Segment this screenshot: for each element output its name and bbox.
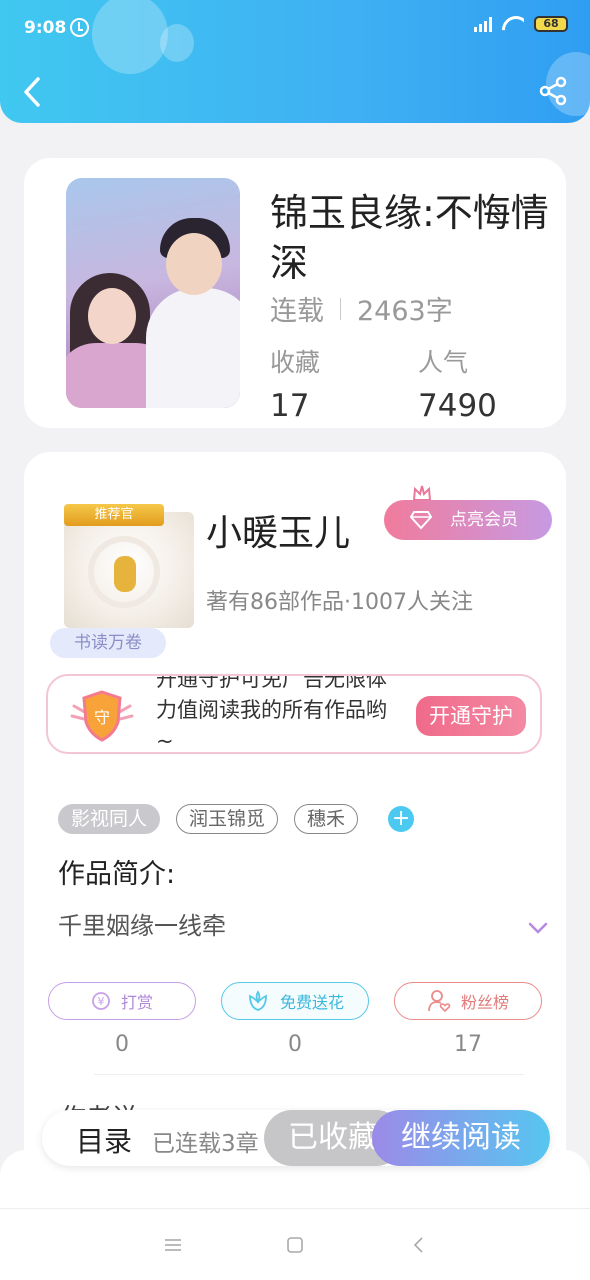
- popularity-label: 人气: [418, 348, 469, 377]
- author-name[interactable]: 小暖玉儿: [206, 504, 350, 556]
- intro-title: 作品简介:: [58, 859, 176, 890]
- fan-ranking-button[interactable]: 粉丝榜: [394, 982, 542, 1020]
- collect-label: 收藏: [270, 348, 321, 377]
- guard-shield-icon: 守: [70, 690, 134, 742]
- reward-label: 打赏: [120, 993, 153, 1012]
- tag-list: 影视同人 润玉锦觅 穗禾 +: [58, 804, 415, 834]
- add-tag-icon[interactable]: +: [388, 806, 415, 832]
- status-time: 9:08: [24, 18, 67, 38]
- send-flower-label: 免费送花: [279, 993, 344, 1012]
- book-info-card: 锦玉良缘:不悔情深 连载 2463字 收藏 17 人气 7490: [24, 158, 566, 428]
- battery-icon: 68: [534, 16, 568, 32]
- guard-text: 开通守护可免广告无限体力值阅读我的所有作品哟~: [156, 674, 387, 753]
- flower-icon: [249, 990, 267, 1011]
- book-cover[interactable]: [66, 178, 240, 408]
- menu-icon[interactable]: [164, 1237, 182, 1253]
- chapters-status: 已连载3章: [152, 1131, 259, 1157]
- popularity-count: 7490: [418, 388, 497, 424]
- back-icon[interactable]: [20, 75, 44, 109]
- fan-ranking-label: 粉丝榜: [460, 993, 509, 1012]
- status-icons: 68: [474, 16, 568, 32]
- author-avatar[interactable]: 推荐官: [64, 498, 194, 628]
- collect-count: 17: [270, 388, 310, 424]
- alarm-icon: [70, 18, 89, 37]
- vip-button[interactable]: 点亮会员: [384, 500, 552, 540]
- toc-button[interactable]: 目录: [76, 1120, 132, 1160]
- signal-icon: [474, 16, 492, 32]
- reward-button[interactable]: ¥ 打赏: [48, 982, 196, 1020]
- share-icon[interactable]: [538, 76, 568, 106]
- book-meta: 连载 2463字: [270, 289, 453, 328]
- book-title: 锦玉良缘:不悔情深: [270, 191, 549, 285]
- fan-count: 17: [454, 1032, 482, 1057]
- diamond-icon: [410, 511, 432, 530]
- author-stats: 著有86部作品·1007人关注: [206, 590, 473, 615]
- top-header: 9:08 68: [0, 0, 590, 123]
- meta-divider: [340, 297, 341, 320]
- reading-action-bar: 目录 已连载3章 已收藏 继续阅读: [42, 1110, 550, 1166]
- reader-badge: 书读万卷: [50, 628, 166, 658]
- open-guard-button[interactable]: 开通守护: [416, 696, 526, 736]
- decor-bubble: [160, 24, 194, 62]
- decor-bubble: [92, 0, 168, 74]
- svg-text:¥: ¥: [97, 995, 104, 1008]
- svg-text:守: 守: [94, 708, 110, 727]
- author-card: 推荐官 书读万卷 小暖玉儿 点亮会员 著有86部作品·1007人关注 守 开通守…: [24, 452, 566, 1212]
- reward-count: 0: [115, 1032, 129, 1057]
- flower-count: 0: [288, 1032, 302, 1057]
- guard-banner: 守 开通守护可免广告无限体力值阅读我的所有作品哟~ 开通守护: [46, 674, 542, 754]
- tag-item[interactable]: 影视同人: [58, 804, 161, 834]
- home-icon[interactable]: [286, 1237, 304, 1253]
- recommender-ribbon: 推荐官: [64, 504, 164, 526]
- continue-reading-button[interactable]: 继续阅读: [372, 1110, 550, 1166]
- chevron-down-icon[interactable]: [528, 922, 548, 934]
- divider: [94, 1074, 524, 1075]
- system-nav-bar: [0, 1208, 590, 1280]
- wifi-icon: [502, 16, 524, 32]
- nav-back-icon[interactable]: [412, 1237, 426, 1253]
- intro-text: 千里姻缘一线牵: [58, 912, 226, 940]
- send-flower-button[interactable]: 免费送花: [221, 982, 369, 1020]
- tag-item[interactable]: 穗禾: [294, 804, 359, 834]
- tag-item[interactable]: 润玉锦觅: [176, 804, 279, 834]
- user-heart-icon: [428, 990, 451, 1013]
- serial-status: 连载: [270, 296, 324, 327]
- vip-button-label: 点亮会员: [450, 510, 518, 530]
- coin-icon: ¥: [92, 992, 110, 1010]
- word-count: 2463字: [357, 296, 453, 327]
